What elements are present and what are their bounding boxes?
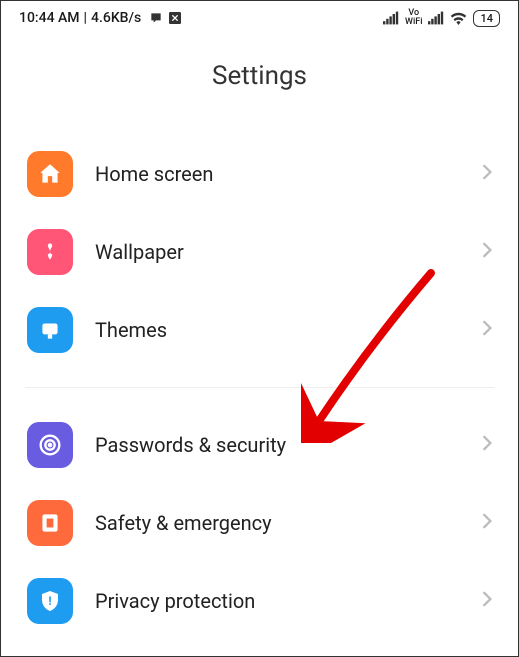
signal-icon-2 <box>428 11 444 25</box>
setting-item-passwords-security[interactable]: Passwords & security <box>21 406 498 484</box>
settings-group-2: Passwords & security Safety & emergency … <box>1 406 518 640</box>
status-speed: 4.6KB/s <box>91 10 141 26</box>
sync-icon <box>167 10 183 26</box>
status-right: VoWiFi 14 <box>383 9 500 27</box>
setting-item-wallpaper[interactable]: Wallpaper <box>21 213 498 291</box>
status-left: 10:44 AM | 4.6KB/s <box>19 10 183 26</box>
page-title: Settings <box>1 31 518 135</box>
signal-icon-1 <box>383 11 399 25</box>
setting-label: Home screen <box>95 162 482 186</box>
settings-group-1: Home screen Wallpaper Themes <box>1 135 518 369</box>
chevron-right-icon <box>482 320 492 340</box>
chevron-right-icon <box>482 164 492 184</box>
chevron-right-icon <box>482 591 492 611</box>
wallpaper-icon <box>27 229 73 275</box>
setting-label: Themes <box>95 318 482 342</box>
themes-icon <box>27 307 73 353</box>
vowifi-label: VoWiFi <box>405 9 422 27</box>
chevron-right-icon <box>482 435 492 455</box>
setting-item-home-screen[interactable]: Home screen <box>21 135 498 213</box>
wifi-icon <box>450 11 467 25</box>
divider <box>25 387 494 388</box>
setting-label: Passwords & security <box>95 433 482 457</box>
setting-label: Safety & emergency <box>95 511 482 535</box>
setting-label: Privacy protection <box>95 589 482 613</box>
safety-icon <box>27 500 73 546</box>
chevron-right-icon <box>482 242 492 262</box>
setting-item-themes[interactable]: Themes <box>21 291 498 369</box>
setting-item-safety-emergency[interactable]: Safety & emergency <box>21 484 498 562</box>
message-icon <box>149 11 163 25</box>
home-icon <box>27 151 73 197</box>
privacy-icon: ! <box>27 578 73 624</box>
security-icon <box>27 422 73 468</box>
battery-indicator: 14 <box>473 10 500 27</box>
status-bar: 10:44 AM | 4.6KB/s VoWiFi 14 <box>1 1 518 31</box>
svg-text:!: ! <box>48 594 51 608</box>
status-time: 10:44 AM <box>19 10 80 26</box>
setting-label: Wallpaper <box>95 240 482 264</box>
chevron-right-icon <box>482 513 492 533</box>
setting-item-privacy-protection[interactable]: ! Privacy protection <box>21 562 498 640</box>
